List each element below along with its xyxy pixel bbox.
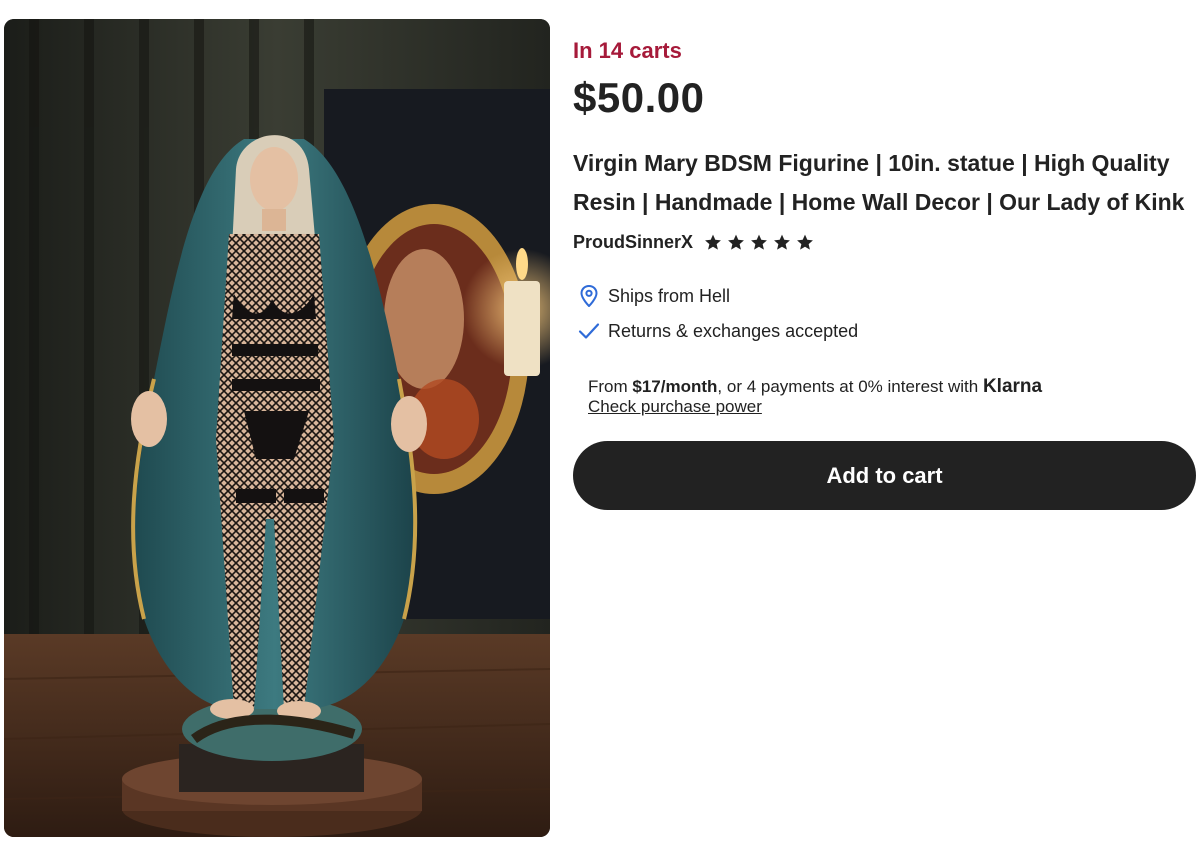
price: $50.00 — [573, 74, 705, 121]
shipping-info: Ships from Hell — [577, 284, 730, 308]
star-icon — [797, 234, 813, 250]
star-icon — [774, 234, 790, 250]
listing-title-line: Virgin Mary BDSM Figurine | 10in. statue… — [573, 150, 1170, 176]
star-icon — [751, 234, 767, 250]
shop-name-link[interactable]: ProudSinnerX — [573, 232, 693, 253]
listing-title: Virgin Mary BDSM Figurine | 10in. statue… — [573, 144, 1196, 222]
product-image[interactable] — [4, 19, 550, 837]
check-purchase-power-link[interactable]: Check purchase power — [588, 397, 762, 417]
star-rating[interactable] — [703, 233, 818, 252]
star-icon — [705, 234, 721, 250]
listing-details: In 14 carts $50.00 Virgin Mary BDSM Figu… — [573, 0, 1196, 847]
installment-offer: From $17/month, or 4 payments at 0% inte… — [588, 376, 1042, 398]
klarna-logo: Klarna — [982, 376, 1043, 397]
installment-prefix: From — [588, 377, 633, 396]
listing-title-line: Resin | Handmade | Home Wall Decor | Our… — [573, 189, 1185, 215]
product-photo-figurine — [4, 19, 550, 837]
returns-info: Returns & exchanges accepted — [577, 319, 858, 343]
shipping-text: Ships from Hell — [608, 285, 731, 306]
demand-badge: In 14 carts — [573, 38, 682, 63]
installment-middle: , or 4 payments at 0% interest with — [717, 377, 983, 396]
star-icon — [728, 234, 744, 250]
map-pin-icon — [577, 284, 601, 308]
installment-amount: $17/month — [632, 377, 718, 396]
returns-text: Returns & exchanges accepted — [608, 320, 859, 341]
add-to-cart-button[interactable]: Add to cart — [573, 441, 1196, 510]
shop-info: ProudSinnerX — [573, 232, 818, 253]
checkmark-icon — [577, 319, 601, 343]
